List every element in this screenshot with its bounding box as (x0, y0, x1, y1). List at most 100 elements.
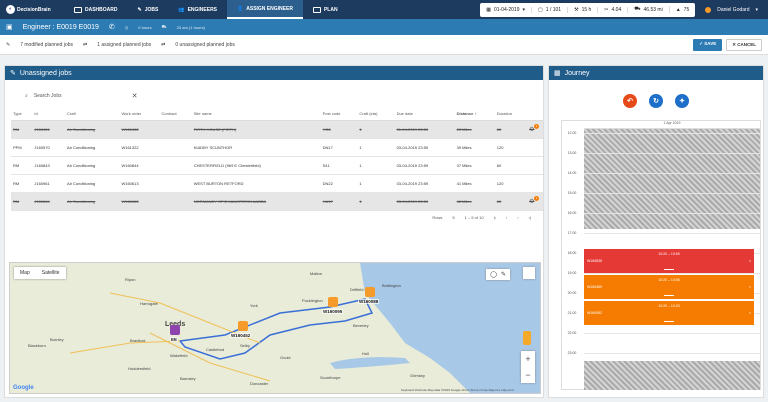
resize-handle[interactable] (664, 269, 674, 270)
journey-event[interactable]: 10:20 – 10:20 W160452 × (584, 301, 754, 325)
route-map[interactable]: Map Satellite ◯✎ + − Ripon Harrogate Lee… (9, 262, 541, 394)
cell-post: S41 (320, 156, 358, 175)
count-badge: 1 (534, 195, 540, 201)
phone-icon[interactable]: ✆ (109, 23, 115, 31)
cell-dist: 41 Miles (454, 174, 495, 193)
resize-handle[interactable] (664, 295, 674, 296)
stat-ratio: ✂ 4.04 (598, 6, 629, 13)
stat-count: ▢ 1 / 101 (532, 6, 569, 13)
cell-craft: Air Conditioning (65, 120, 120, 139)
job-marker[interactable] (328, 297, 338, 307)
table-row[interactable]: RM J160451 Air Conditioning W160452 FIRTH HO… (11, 120, 543, 139)
col-duration[interactable]: Duration (494, 108, 528, 121)
map-toggle[interactable]: ◯ ✎ (486, 269, 510, 280)
map-place: Barnsley (180, 376, 196, 381)
cell-dist: 37 Miles (454, 156, 495, 175)
cell-craft: Air Conditioning (65, 192, 120, 211)
cell-dur: 60 (494, 192, 528, 211)
user-menu[interactable]: Daniel Godard ▾ (705, 6, 768, 13)
nav-engineers[interactable]: 👥 ENGINEERS (168, 0, 227, 19)
col-contract[interactable]: Contract (159, 108, 192, 121)
cancel-button[interactable]: ✕ CANCEL (726, 38, 762, 51)
job-marker[interactable] (238, 321, 248, 331)
notification-icon[interactable] (705, 6, 712, 13)
last-page-icon[interactable]: ›| (529, 215, 531, 220)
table-row[interactable]: PPM J160570 Air Conditioning W161322 KIADBY … (11, 138, 543, 157)
cell-dur: 120 (494, 138, 528, 157)
undo-button[interactable]: ↶ (623, 94, 637, 108)
summary-bar: ✎ 7 modified planned jobs ⇄ 1 assigned pla… (0, 35, 768, 55)
fullscreen-button[interactable] (523, 267, 535, 279)
cell-eta: 1 (357, 156, 395, 175)
calendar-icon: ▦ (486, 6, 491, 13)
cell-id: J160570 (32, 138, 66, 157)
cell-post: HU17 (320, 192, 358, 211)
col-work-order[interactable]: Work order (119, 108, 160, 121)
map-copyright: Keyboard shortcuts Map data ©2019 Google… (400, 388, 514, 392)
journey-title: Journey (564, 69, 590, 77)
clear-search-icon[interactable]: ✕ (132, 92, 138, 100)
user-name: Daniel Godard (717, 6, 750, 13)
search-input[interactable]: Search Jobs (34, 93, 62, 99)
zoom-in-icon[interactable]: + (525, 354, 530, 364)
cell-wo: W160844 (119, 156, 160, 175)
nav-dashboard[interactable]: DASHBOARD (64, 0, 128, 19)
first-page-icon[interactable]: |‹ (494, 215, 496, 220)
cell-dur: 60 (494, 156, 528, 175)
col-craft[interactable]: Craft (65, 108, 120, 121)
cell-actions (527, 138, 543, 157)
plan-icon (312, 6, 321, 13)
google-logo: Google (13, 385, 34, 391)
rows-per-page-select[interactable]: 5 (452, 215, 454, 220)
nav-assign-engineer[interactable]: 👤 ASSIGN ENGINEER (227, 0, 303, 19)
next-page-icon[interactable]: › (517, 215, 518, 220)
assign-engineer-icon[interactable]: ⚙ 1 (529, 195, 540, 205)
journey-event[interactable]: 10:20 – 10:55 W160459 × (584, 275, 754, 299)
cell-dur: 60 (494, 120, 528, 139)
optimize-button[interactable]: ✦ (675, 94, 689, 108)
street-view-icon[interactable] (523, 331, 531, 345)
event-close-icon[interactable]: × (749, 311, 751, 315)
event-close-icon[interactable]: × (749, 285, 751, 289)
assign-engineer-icon[interactable]: ⚙ 1 (529, 123, 540, 133)
table-row[interactable]: RM J160961 Air Conditioning W160613 WEST BUR… (11, 174, 543, 193)
satellite-tab[interactable]: Satellite (36, 267, 66, 279)
col-post-code[interactable]: Post code (320, 108, 358, 121)
col-site-name[interactable]: Site name (191, 108, 321, 121)
cell-wo: W160665 (119, 192, 160, 211)
cell-wo: W160452 (119, 120, 160, 139)
timeline-hour: 20:00 (567, 291, 577, 295)
event-close-icon[interactable]: × (749, 259, 751, 263)
table-row[interactable]: RM J160664 Air Conditioning W160665 NORMANDY… (11, 192, 543, 211)
app-logo[interactable]: ◐ DecisionBrain (0, 5, 64, 14)
col-id[interactable]: Id (32, 108, 66, 121)
unassigned-count: 0 unassigned planned jobs (175, 41, 235, 48)
cell-eta: 1 (357, 192, 395, 211)
engineer-marker[interactable] (170, 325, 180, 335)
col-type[interactable]: Type (11, 108, 33, 121)
refresh-button[interactable]: ↻ (649, 94, 663, 108)
date-picker[interactable]: ▦ 01-04-2019 ▾ (480, 6, 533, 13)
dashboard-icon (74, 6, 82, 13)
cell-eta: 1 (357, 138, 395, 157)
table-row[interactable]: RM J160843 Air Conditioning W160844 CHESTERF… (11, 156, 543, 175)
person-icon: 👤 (237, 5, 244, 12)
clock-icon: ◷ (124, 24, 129, 30)
rows-label: Rows (432, 215, 443, 220)
zoom-out-icon[interactable]: − (525, 370, 530, 380)
page-range: 1 – 5 of 10 (464, 215, 484, 220)
col-distance[interactable]: Distance ↑ (454, 108, 495, 121)
nav-jobs[interactable]: ✎ JOBS (128, 0, 169, 19)
resize-handle[interactable] (664, 321, 674, 322)
map-tab[interactable]: Map (14, 267, 36, 279)
cell-contract (159, 192, 192, 211)
nav-plan[interactable]: PLAN (303, 0, 348, 19)
journey-event[interactable]: 10:20 – 10:59 W160835 × (584, 249, 754, 273)
job-marker[interactable] (365, 287, 375, 297)
save-button[interactable]: ✓ SAVE (693, 38, 723, 51)
prev-page-icon[interactable]: ‹ (506, 215, 507, 220)
main-nav: DASHBOARD ✎ JOBS 👥 ENGINEERS 👤 ASSIGN ENGIN… (64, 0, 348, 19)
timeline-hour: 13:00 (567, 151, 577, 155)
col-due-date[interactable]: Due date (394, 108, 455, 121)
col-craft-eta[interactable]: Craft (eta) (357, 108, 395, 121)
